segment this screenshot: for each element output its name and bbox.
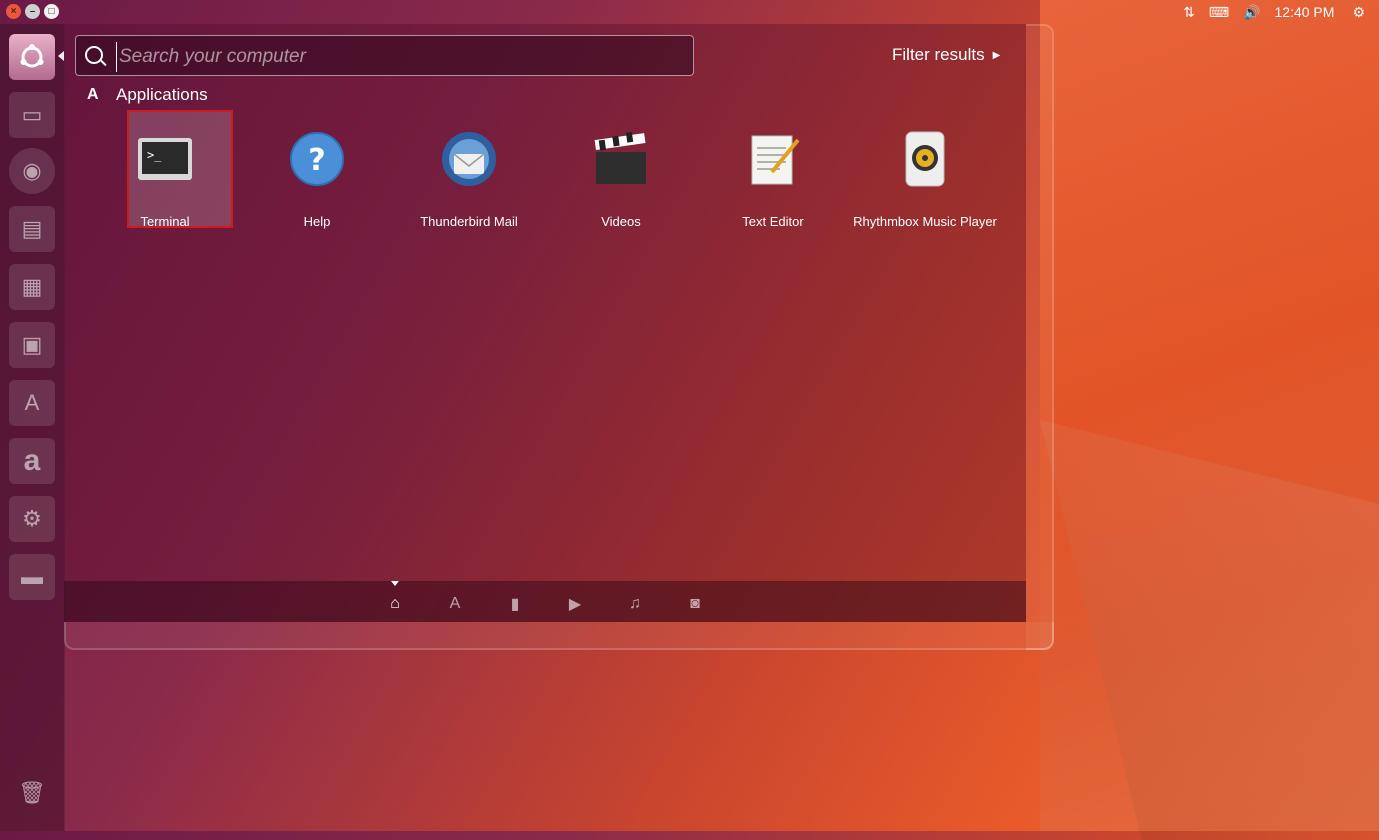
close-window-button[interactable]: ×: [6, 4, 21, 19]
dash-border-right: [1026, 24, 1054, 650]
search-input[interactable]: [116, 42, 681, 72]
settings-launcher-icon[interactable]: ⚙: [9, 496, 55, 542]
app-label: Rhythmbox Music Player: [853, 214, 997, 229]
app-label: Text Editor: [742, 214, 804, 229]
disk-launcher-icon[interactable]: ▬: [9, 554, 55, 600]
ubuntu-logo-icon: [20, 44, 44, 68]
terminal-icon: >_: [138, 138, 192, 180]
app-terminal[interactable]: >_ Terminal: [90, 110, 240, 240]
clock[interactable]: 12:40 PM: [1275, 4, 1335, 20]
music-lens-icon[interactable]: ♫: [624, 593, 646, 615]
applications-category-icon: A: [87, 86, 99, 103]
speaker-icon: [905, 131, 945, 187]
writer-launcher-icon[interactable]: ▤: [9, 206, 55, 252]
app-text-editor[interactable]: Text Editor: [698, 110, 848, 240]
app-label: Terminal: [140, 214, 190, 229]
app-label: Thunderbird Mail: [420, 214, 518, 229]
chevron-right-icon: ▶: [992, 50, 1001, 61]
volume-icon[interactable]: 🔊: [1243, 4, 1260, 21]
keyboard-icon[interactable]: ⌨: [1209, 4, 1229, 21]
text-editor-icon: [751, 135, 800, 185]
power-settings-icon[interactable]: ⚙: [1352, 4, 1365, 21]
launcher: ▭ ◉ ▤ ▦ ▣ A a ⚙ ▬ 🗑: [0, 24, 65, 831]
clapperboard-icon: [594, 131, 646, 184]
minimize-window-button[interactable]: –: [25, 4, 40, 19]
files-launcher-icon[interactable]: ▭: [9, 92, 55, 138]
files-lens-icon[interactable]: ▮: [504, 593, 526, 615]
app-help[interactable]: ? Help: [242, 110, 392, 240]
app-videos[interactable]: Videos: [546, 110, 696, 240]
firefox-launcher-icon[interactable]: ◉: [9, 148, 55, 194]
dash-border-bottom: [64, 622, 1054, 650]
impress-launcher-icon[interactable]: ▣: [9, 322, 55, 368]
calc-launcher-icon[interactable]: ▦: [9, 264, 55, 310]
app-rhythmbox[interactable]: Rhythmbox Music Player: [850, 110, 1000, 240]
svg-text:?: ?: [308, 143, 325, 178]
app-label: Help: [303, 214, 331, 229]
app-label: Videos: [601, 214, 641, 229]
trash-launcher-icon[interactable]: 🗑: [9, 770, 55, 816]
video-lens-icon[interactable]: ▶: [564, 593, 586, 615]
active-lens-indicator: [391, 581, 399, 586]
maximize-window-button[interactable]: □: [44, 4, 59, 19]
software-center-launcher-icon[interactable]: A: [9, 380, 55, 426]
system-tray: ⇅ ⌨ 🔊 12:40 PM ⚙: [1183, 0, 1379, 24]
help-icon: ?: [290, 132, 344, 186]
svg-text:>_: >_: [147, 148, 162, 162]
app-thunderbird[interactable]: Thunderbird Mail: [394, 110, 544, 240]
applications-lens-icon[interactable]: A: [444, 593, 466, 615]
lens-bar: [64, 581, 1026, 622]
photos-lens-icon[interactable]: ◙: [684, 593, 706, 615]
category-title: Applications: [116, 85, 208, 104]
thunderbird-icon: [442, 132, 496, 186]
top-panel: × – □ ⇅ ⌨ 🔊 12:40 PM ⚙: [0, 0, 1379, 24]
dash-home-button[interactable]: [9, 34, 55, 80]
home-lens-icon[interactable]: ⌂: [384, 593, 406, 615]
filter-results-button[interactable]: Filter results ▶: [892, 45, 1000, 65]
amazon-launcher-icon[interactable]: a: [9, 438, 55, 484]
network-icon[interactable]: ⇅: [1183, 4, 1195, 21]
search-icon: [85, 46, 103, 64]
search-box[interactable]: [75, 35, 694, 76]
filter-results-label: Filter results: [892, 45, 985, 64]
